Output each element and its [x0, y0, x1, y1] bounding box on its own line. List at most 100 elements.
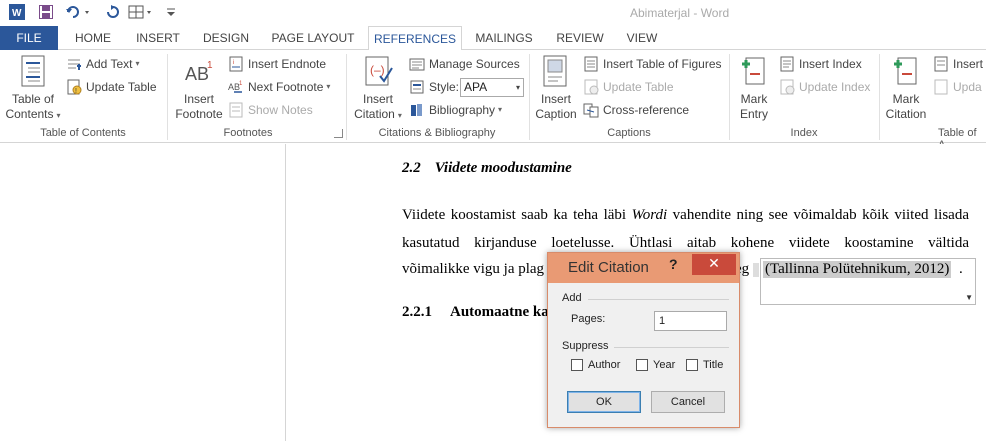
update-table-icon: !: [66, 79, 82, 95]
insert-endnote-button[interactable]: i Insert Endnote: [228, 54, 326, 74]
insert-table-of-authorities-button[interactable]: Insert T: [933, 54, 986, 74]
update-toa-button[interactable]: Upda: [933, 77, 982, 97]
suppress-section-label: Suppress: [562, 340, 609, 352]
checkbox-icon[interactable]: [686, 359, 698, 371]
add-text-icon: [66, 56, 82, 72]
cross-reference-icon: [583, 102, 599, 118]
tab-references[interactable]: REFERENCES: [368, 26, 462, 51]
tab-mailings[interactable]: MAILINGS: [468, 26, 540, 50]
table-of-contents-label-1: Table of: [11, 92, 55, 106]
heading-2-2: 2.2 Viidete moodustamine: [402, 160, 572, 176]
bibliography-button[interactable]: Bibliography ▾: [409, 100, 502, 120]
show-notes-button[interactable]: Show Notes: [228, 100, 313, 120]
svg-text:i: i: [233, 60, 234, 66]
group-label-index: Index: [790, 127, 818, 139]
navigation-margin: [0, 144, 286, 441]
add-text-button[interactable]: Add Text ▾: [66, 54, 140, 74]
insert-toa-icon: [933, 56, 949, 72]
group-label-citations: Citations & Bibliography: [378, 127, 496, 139]
suppress-title-checkbox[interactable]: Title: [686, 359, 723, 371]
group-label-toc: Table of Contents: [40, 127, 126, 139]
suppress-author-checkbox[interactable]: Author: [571, 359, 620, 371]
heading-2-2-1: 2.2.1 Automaatne ka: [402, 304, 549, 320]
add-section-label: Add: [562, 292, 582, 304]
style-dropdown[interactable]: APA ▾: [460, 78, 524, 97]
tab-view[interactable]: VIEW: [618, 26, 666, 50]
suppress-year-checkbox[interactable]: Year: [636, 359, 675, 371]
draw-table-icon[interactable]: [126, 3, 156, 21]
insert-citation-button[interactable]: (–) Insert Citation ▾: [350, 54, 406, 123]
ribbon: Table of Contents ▾ Add Text ▾ ! Update Ta…: [0, 50, 986, 151]
group-separator: [879, 54, 880, 140]
next-footnote-button[interactable]: AB 1 Next Footnote ▾: [228, 77, 330, 97]
dialog-body: Add Pages: 1 Suppress Author Year Title …: [554, 283, 735, 423]
customize-qat-icon[interactable]: [164, 3, 178, 21]
insert-footnote-button[interactable]: AB 1 Insert Footnote: [172, 54, 226, 122]
citation-control[interactable]: (Tallinna Polütehnikum, 2012) . ▼: [753, 258, 976, 305]
paragraph-line-2: kasutatud kirjanduse loetelusse. Ühtlasi…: [402, 235, 969, 251]
pages-input[interactable]: 1: [654, 311, 727, 331]
tab-insert[interactable]: INSERT: [128, 26, 188, 50]
ribbon-tabs: FILE HOME INSERT DESIGN PAGE LAYOUT REFE…: [0, 26, 986, 51]
footnotes-dialog-launcher-icon[interactable]: [334, 129, 343, 138]
insert-endnote-icon: i: [228, 56, 244, 72]
checkbox-icon[interactable]: [636, 359, 648, 371]
section-divider: [588, 299, 729, 300]
svg-text:1: 1: [207, 60, 213, 71]
tab-design[interactable]: DESIGN: [196, 26, 256, 50]
tab-file[interactable]: FILE: [0, 26, 58, 50]
chevron-down-icon: ▾: [515, 83, 520, 92]
update-index-button[interactable]: Update Index: [779, 77, 870, 97]
cancel-button[interactable]: Cancel: [651, 391, 725, 413]
close-icon[interactable]: ✕: [692, 254, 736, 275]
mark-citation-button[interactable]: Mark Citation: [882, 54, 930, 122]
insert-footnote-icon: AB 1: [183, 54, 215, 88]
update-index-icon: [779, 79, 795, 95]
insert-caption-button[interactable]: Insert Caption: [532, 54, 580, 122]
checkbox-icon[interactable]: [571, 359, 583, 371]
ok-button[interactable]: OK: [567, 391, 641, 413]
section-divider: [614, 347, 729, 348]
citation-dropdown-icon[interactable]: ▼: [965, 293, 973, 302]
svg-text:!: !: [75, 88, 77, 95]
citation-period: .: [959, 261, 963, 277]
tab-review[interactable]: REVIEW: [548, 26, 612, 50]
manage-sources-icon: [409, 56, 425, 72]
dialog-title: Edit Citation: [568, 259, 649, 276]
edit-citation-dialog: Edit Citation ? ✕ Add Pages: 1 Suppress …: [547, 252, 740, 428]
dialog-titlebar[interactable]: Edit Citation ? ✕: [548, 253, 739, 283]
update-table-figures-icon: [583, 79, 599, 95]
group-label-footnotes: Footnotes: [223, 127, 273, 139]
undo-icon[interactable]: [64, 3, 94, 21]
mark-entry-icon: [738, 54, 770, 88]
table-of-contents-label-2: Contents ▾: [5, 107, 61, 121]
citation-handle-icon[interactable]: [753, 263, 759, 277]
svg-text:W: W: [12, 8, 22, 19]
title-bar: W Abimaterjal - Word: [0, 0, 986, 26]
group-label-captions: Captions: [607, 127, 651, 139]
style-icon: [409, 79, 425, 95]
manage-sources-button[interactable]: Manage Sources: [409, 54, 520, 74]
update-table-figures-button[interactable]: Update Table: [583, 77, 674, 97]
cross-reference-button[interactable]: Cross-reference: [583, 100, 689, 120]
tab-page-layout[interactable]: PAGE LAYOUT: [264, 26, 362, 50]
insert-caption-icon: [540, 54, 572, 88]
redo-icon[interactable]: [104, 3, 122, 21]
show-notes-icon: [228, 102, 244, 118]
paragraph-line-1: Viidete koostamist saab ka teha läbi Wor…: [402, 207, 969, 223]
citation-text[interactable]: (Tallinna Polütehnikum, 2012): [763, 261, 952, 278]
bibliography-icon: [409, 102, 425, 118]
tab-home[interactable]: HOME: [66, 26, 120, 50]
mark-entry-button[interactable]: Mark Entry: [732, 54, 776, 122]
svg-text:1: 1: [239, 81, 243, 87]
update-table-button[interactable]: ! Update Table: [66, 77, 157, 97]
help-icon[interactable]: ?: [669, 256, 678, 272]
app-title: Abimaterjal - Word: [630, 6, 730, 20]
pages-label: Pages:: [571, 313, 606, 325]
insert-table-of-figures-button[interactable]: Insert Table of Figures: [583, 54, 722, 74]
mark-citation-icon: [890, 54, 922, 88]
save-icon[interactable]: [37, 3, 55, 21]
table-of-contents-button[interactable]: Table of Contents ▾: [4, 54, 62, 123]
insert-index-button[interactable]: Insert Index: [779, 54, 862, 74]
table-of-contents-icon: [17, 54, 49, 88]
